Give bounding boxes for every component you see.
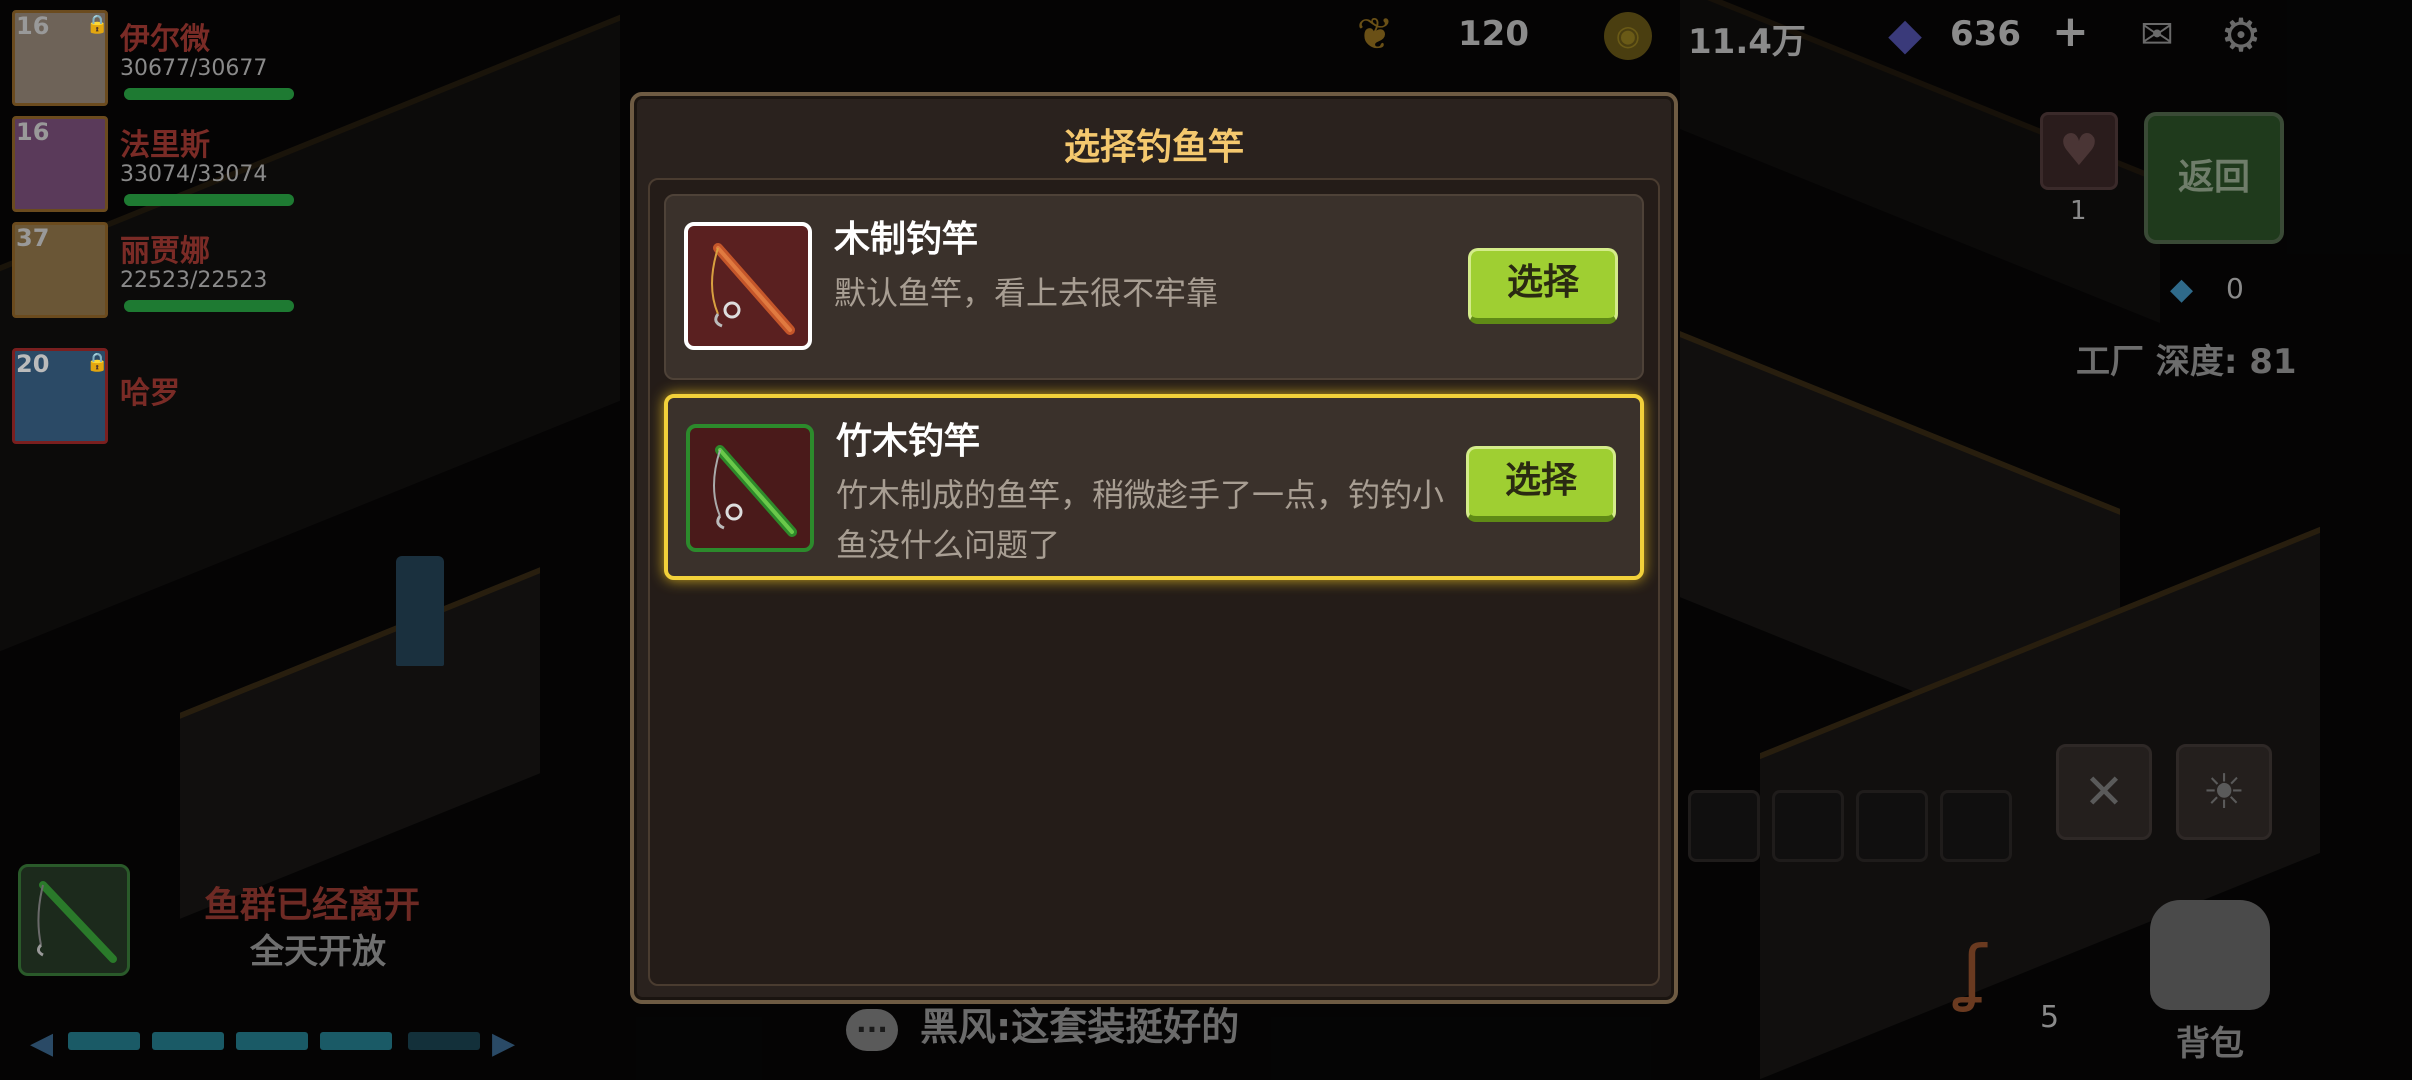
lightbulb-icon: ☀: [2202, 764, 2246, 820]
member-hp: 22523/22523: [120, 268, 268, 293]
hp-bar: [124, 88, 294, 100]
indicator-segment: [320, 1032, 392, 1050]
page-indicator: ◀ ▶: [30, 1026, 520, 1061]
rod-list-item-selected[interactable]: 竹木钓竿 竹木制成的鱼竿，稍微趁手了一点，钓钓小鱼没什么问题了 选择: [664, 394, 1644, 580]
member-hp: 33074/33074: [120, 162, 268, 187]
party-list: 16 🔒 伊尔微 30677/30677 16 法里斯 33074/33074 …: [8, 8, 308, 452]
indicator-segment: [152, 1032, 224, 1050]
mail-icon[interactable]: ✉: [2130, 8, 2184, 62]
hp-bar-fill: [124, 194, 294, 206]
wheat-count: 120: [1458, 14, 1529, 54]
hp-bar-fill: [124, 300, 294, 312]
chat-message: 黑风:这套装挺好的: [920, 1005, 1240, 1049]
party-member[interactable]: 16 🔒 伊尔微 30677/30677: [8, 8, 308, 114]
crystal-count: 0: [2226, 272, 2244, 305]
crossed-swords-icon: ✕: [2083, 764, 2125, 820]
hint-button[interactable]: ☀: [2176, 744, 2272, 840]
indicator-segment: [236, 1032, 308, 1050]
right-arrow-icon[interactable]: ▶: [492, 1026, 515, 1061]
member-name: 哈罗: [120, 376, 180, 411]
hook-count: 5: [2040, 1000, 2060, 1035]
rod-description: 默认鱼竿，看上去很不牢靠: [834, 274, 1219, 312]
select-button[interactable]: 选择: [1466, 446, 1616, 522]
backpack-label: 背包: [2176, 1024, 2244, 1064]
member-hp: 30677/30677: [120, 56, 268, 81]
rod-list-item[interactable]: 木制钓竿 默认鱼竿，看上去很不牢靠 选择: [664, 194, 1644, 380]
select-rod-dialog: 选择钓鱼竿 木制钓竿 默认鱼竿，看上去很不牢靠 选择 竹木钓竿 竹木制成的鱼竿，…: [630, 92, 1678, 1004]
gear-icon[interactable]: ⚙: [2214, 8, 2268, 62]
chat-bubble-icon: ···: [846, 1008, 898, 1051]
fishing-rod-icon: [36, 881, 117, 963]
backpack-icon: [2150, 900, 2270, 1010]
empty-slot: [1940, 790, 2012, 862]
empty-slot: [1688, 790, 1760, 862]
resource-bar: ❦ 120 ◉ 11.4万 ◆ 636 + ✉ ⚙: [1340, 0, 2412, 80]
backpack-button[interactable]: 背包: [2140, 900, 2280, 1064]
lock-icon: 🔒: [86, 14, 109, 35]
crossed-swords-button[interactable]: ✕: [2056, 744, 2152, 840]
member-level: 20: [16, 350, 50, 378]
wooden-rod-icon: [684, 222, 812, 350]
hp-bar-fill: [124, 88, 294, 100]
left-arrow-icon[interactable]: ◀: [30, 1026, 53, 1061]
empty-slot: [1856, 790, 1928, 862]
rod-description: 竹木制成的鱼竿，稍微趁手了一点，钓钓小鱼没什么问题了: [836, 476, 1445, 564]
crystal-icon: ◆: [2170, 272, 2194, 307]
heart-count: 1: [2070, 196, 2087, 226]
member-name: 丽贾娜: [120, 234, 210, 269]
heart-slot[interactable]: ♥: [2040, 112, 2118, 190]
indicator-segment: [408, 1032, 480, 1050]
add-diamond-button[interactable]: +: [2052, 6, 2089, 57]
gold-coin-icon: ◉: [1604, 12, 1652, 60]
gold-count: 11.4万: [1688, 22, 1806, 62]
select-button[interactable]: 选择: [1468, 248, 1618, 324]
hp-bar: [124, 300, 294, 312]
chat-line[interactable]: ··· 黑风:这套装挺好的: [846, 996, 1239, 1051]
dialog-title: 选择钓鱼竿: [1063, 127, 1244, 168]
party-member[interactable]: 20 🔒 哈罗: [8, 346, 308, 452]
member-name: 伊尔微: [120, 22, 210, 57]
rod-name: 竹木钓竿: [836, 421, 981, 462]
open-hours-text: 全天开放: [250, 932, 386, 972]
hp-bar: [124, 194, 294, 206]
member-level: 16: [16, 118, 50, 146]
member-level: 37: [16, 224, 50, 252]
member-name: 法里斯: [120, 128, 210, 163]
bamboo-rod-icon: [686, 424, 814, 552]
party-member[interactable]: 16 法里斯 33074/33074: [8, 114, 308, 220]
rod-list: 木制钓竿 默认鱼竿，看上去很不牢靠 选择 竹木钓竿 竹木制成的鱼竿，稍微趁手了一…: [648, 178, 1660, 986]
heart-icon: ♥: [2059, 125, 2099, 176]
lock-icon: 🔒: [86, 352, 109, 373]
indicator-segment: [68, 1032, 140, 1050]
empty-slot: [1772, 790, 1844, 862]
rod-name: 木制钓竿: [834, 219, 979, 260]
member-level: 16: [16, 12, 50, 40]
diamond-count: 636: [1950, 14, 2021, 54]
depth-label: 工厂 深度: 81: [2076, 342, 2297, 382]
fish-status-text: 鱼群已经离开: [204, 885, 421, 926]
equipped-rod-slot[interactable]: [18, 864, 130, 976]
back-button[interactable]: 返回: [2144, 112, 2284, 244]
wheat-icon: ❦: [1356, 9, 1394, 60]
diamond-icon: ◆: [1888, 9, 1922, 60]
party-member[interactable]: 37 丽贾娜 22523/22523: [8, 220, 308, 326]
hook-icon[interactable]: ʆ: [1962, 930, 1986, 1014]
